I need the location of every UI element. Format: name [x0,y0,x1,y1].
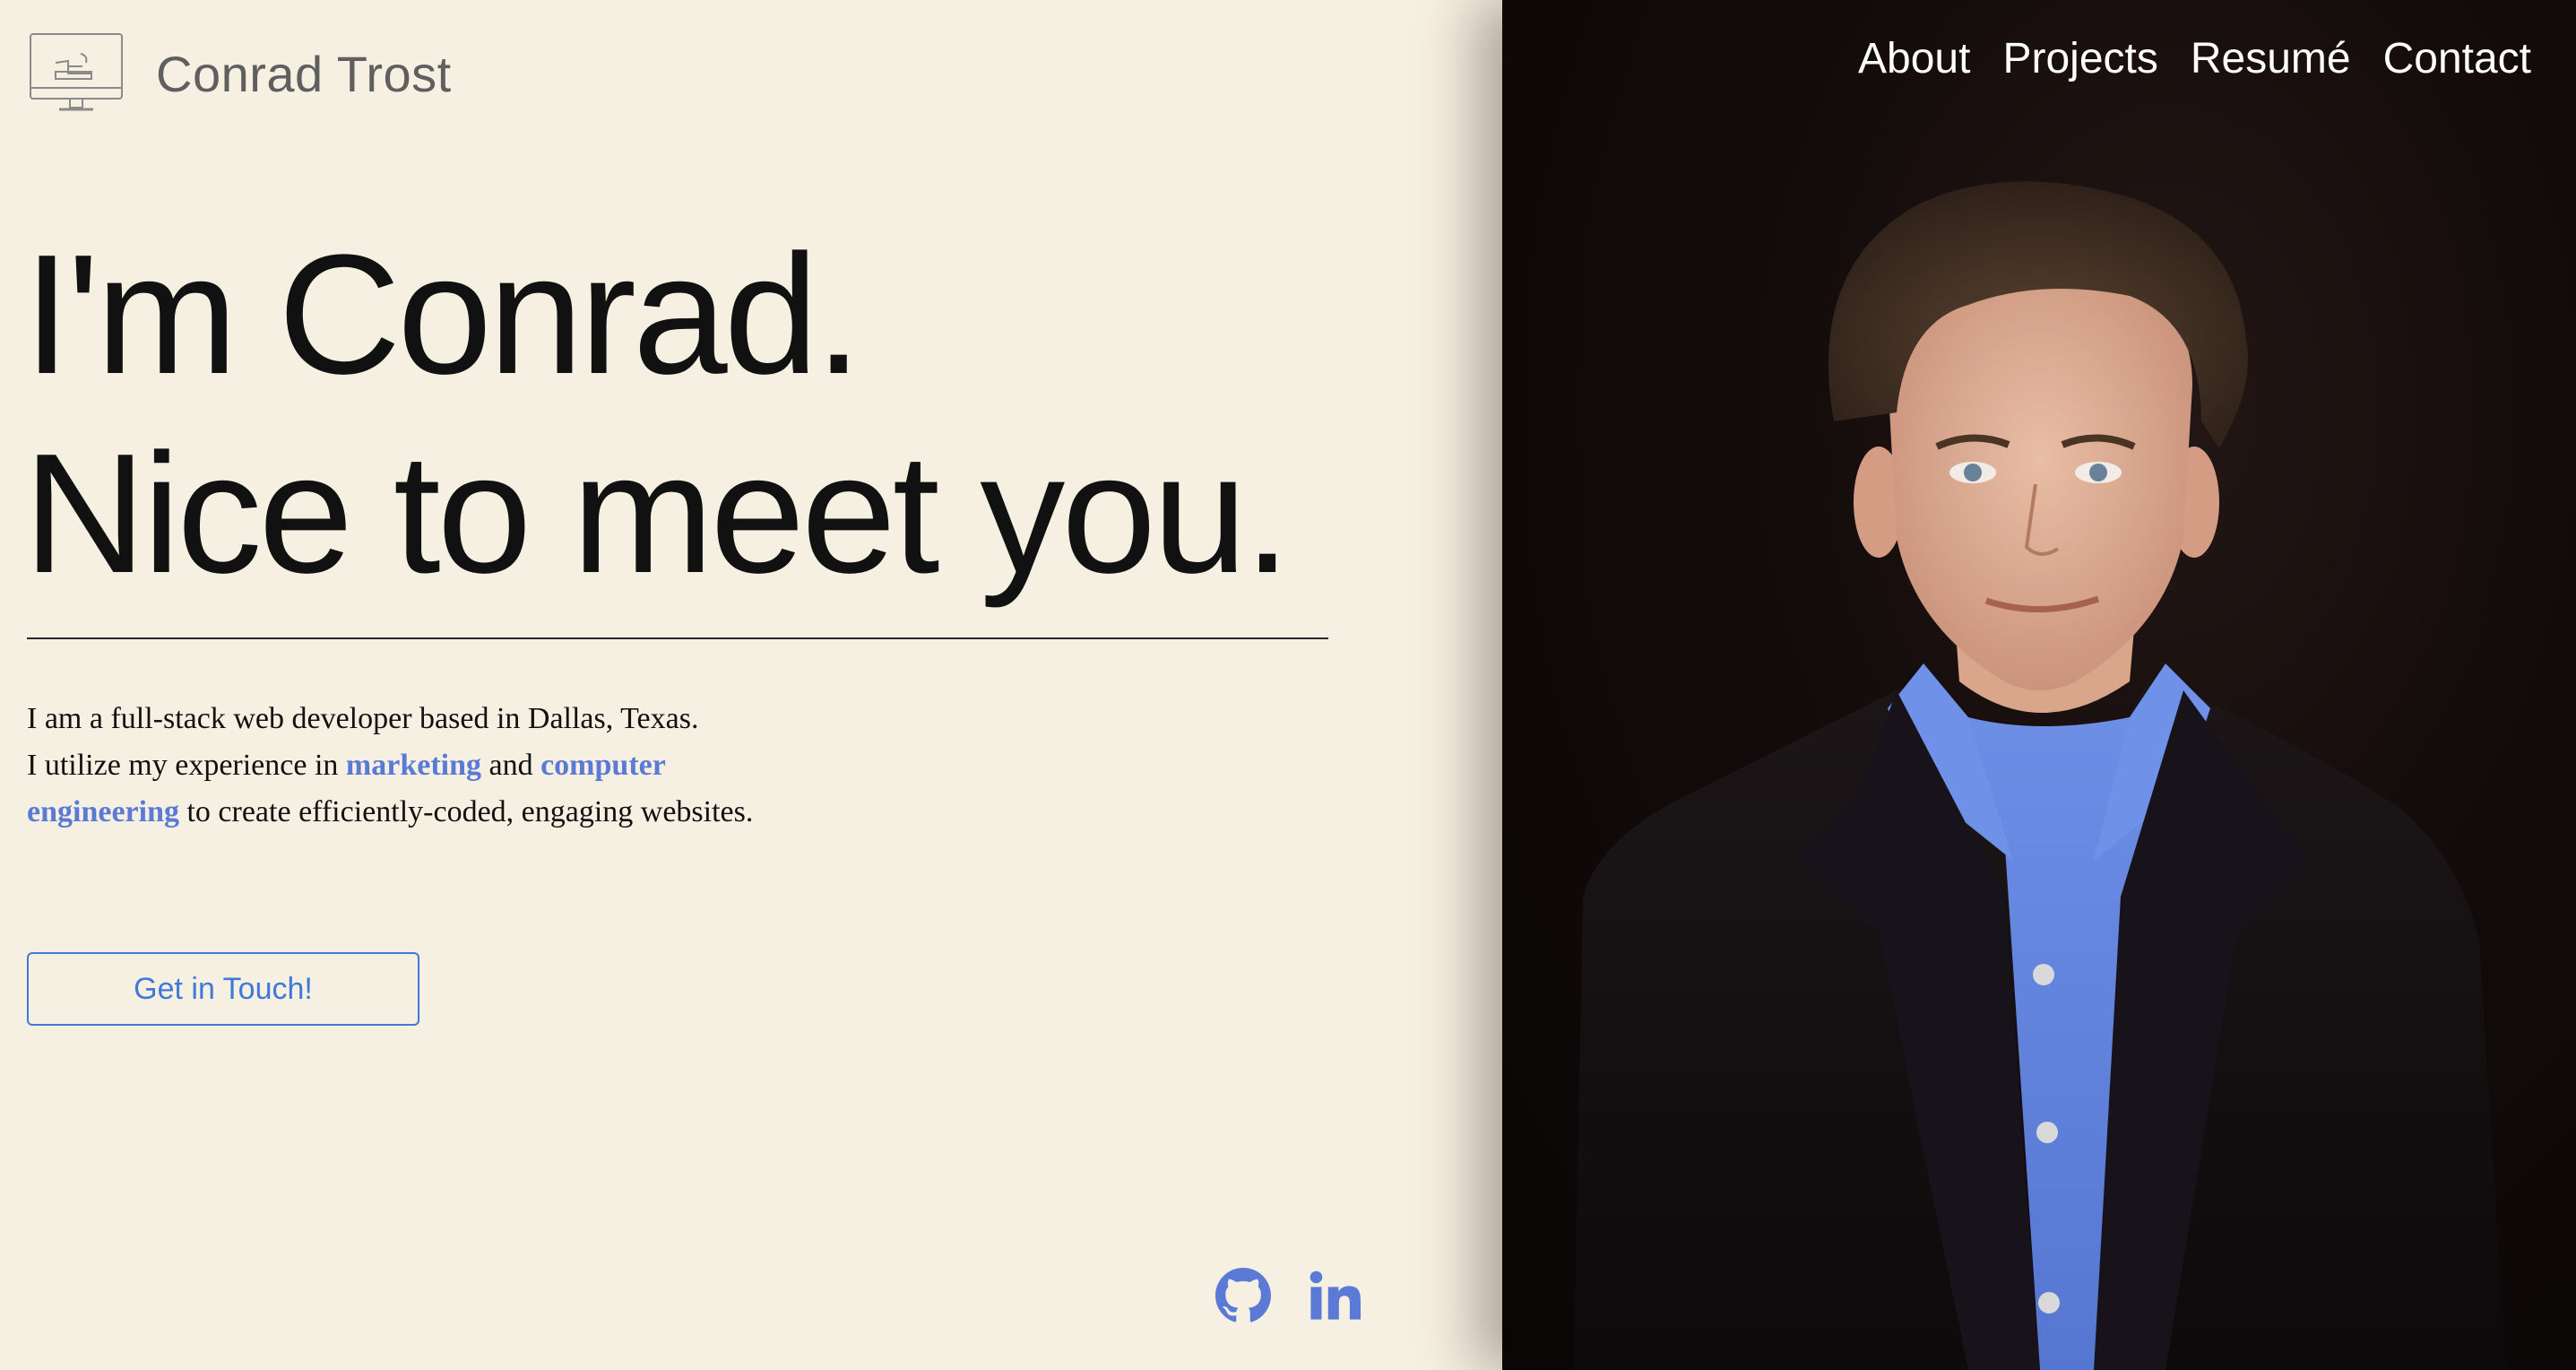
divider [27,637,1328,639]
monitor-logo-icon [30,33,123,111]
portrait-photo [1574,181,2506,1370]
get-in-touch-button[interactable]: Get in Touch! [27,952,419,1026]
main-nav: About Projects Resumé Contact [1858,34,2531,83]
github-link[interactable] [1214,1266,1273,1325]
github-icon [1215,1268,1271,1322]
site-name: Conrad Trost [156,45,452,102]
marketing-highlight: marketing [345,749,481,782]
bio-text-2: and [481,749,541,782]
nav-contact[interactable]: Contact [2383,34,2531,83]
hero-line-2: Nice to meet you. [23,419,1291,609]
bio-text-3: to create efficiently-coded, engaging we… [178,795,754,828]
nav-projects[interactable]: Projects [2002,34,2157,83]
nav-resume[interactable]: Resumé [2191,34,2351,83]
intro-panel: Conrad Trost I'm Conrad. Nice to meet yo… [0,0,1502,1370]
brand[interactable]: Conrad Trost [29,30,452,117]
bio-text-1: I utilize my experience in [27,749,346,782]
linkedin-icon [1310,1270,1361,1320]
linkedin-link[interactable] [1305,1266,1364,1325]
portrait-panel: About Projects Resumé Contact [1502,0,2576,1370]
hero-line-1: I'm Conrad. [23,220,862,410]
bio-sentence-1: I am a full-stack web developer based in… [27,702,699,735]
bio-paragraph: I am a full-stack web developer based in… [27,696,771,836]
nav-about[interactable]: About [1858,34,1970,83]
hero-headline: I'm Conrad. Nice to meet you. [23,215,1291,613]
